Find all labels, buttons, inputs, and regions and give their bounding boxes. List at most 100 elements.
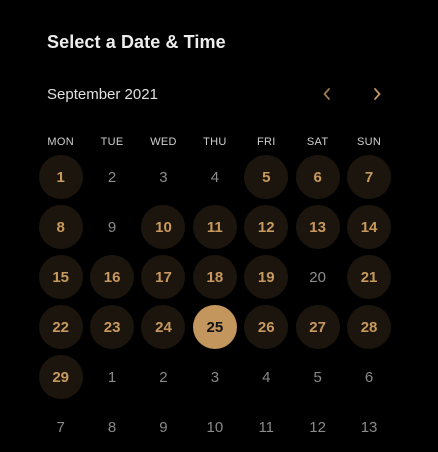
month-header: September 2021 xyxy=(47,86,397,106)
other-month-day: 5 xyxy=(313,368,322,386)
calendar-cell: 11 xyxy=(241,402,292,452)
calendar-cell: 29 xyxy=(35,352,86,402)
calendar-cell: 5 xyxy=(241,152,292,202)
available-day-button[interactable]: 16 xyxy=(90,255,135,299)
calendar-cell: 12 xyxy=(292,402,343,452)
calendar-week-row: 7 8 9 10 11 12 13 xyxy=(35,402,395,452)
calendar-week-row: 22 23 24 25 26 27 28 xyxy=(35,302,395,352)
calendar-cell: 16 xyxy=(86,252,137,302)
other-month-day: 11 xyxy=(258,418,275,436)
other-month-day: 3 xyxy=(210,368,220,386)
available-day-button[interactable]: 24 xyxy=(141,305,186,349)
unavailable-day: 2 xyxy=(107,168,117,186)
calendar-cell: 23 xyxy=(86,302,137,352)
calendar-cell: 11 xyxy=(189,202,240,252)
calendar-cell: 15 xyxy=(35,252,86,302)
calendar-cell: 24 xyxy=(138,302,189,352)
calendar-cell: 22 xyxy=(35,302,86,352)
weekday-label: WED xyxy=(150,136,177,148)
previous-month-button[interactable] xyxy=(315,82,339,106)
calendar-cell: 12 xyxy=(241,202,292,252)
available-day-button[interactable]: 7 xyxy=(347,155,392,199)
next-month-button[interactable] xyxy=(365,82,389,106)
available-day-button[interactable]: 10 xyxy=(141,205,186,249)
calendar-cell: 3 xyxy=(138,152,189,202)
available-day-button[interactable]: 14 xyxy=(347,205,392,249)
calendar-cell: 13 xyxy=(292,202,343,252)
available-day-button[interactable]: 8 xyxy=(38,205,83,249)
available-day-button[interactable]: 12 xyxy=(244,205,289,249)
weekday-label: TUE xyxy=(100,136,124,148)
calendar-cell: 20 xyxy=(292,252,343,302)
chevron-right-icon xyxy=(374,88,381,100)
calendar-cell: 6 xyxy=(292,152,343,202)
weekday-label: FRI xyxy=(256,136,276,148)
calendar-cell: 2 xyxy=(86,152,137,202)
calendar-grid: MON TUE WED THU FRI SAT SUN 1 2 3 4 5 6 7 8 9 10 11 12 13 1… xyxy=(35,132,395,452)
weekday-header: MON TUE WED THU FRI SAT SUN xyxy=(35,132,395,152)
calendar-cell: 27 xyxy=(292,302,343,352)
calendar-cell: 4 xyxy=(241,352,292,402)
other-month-day: 7 xyxy=(56,418,65,436)
calendar-week-row: 1 2 3 4 567 xyxy=(35,152,395,202)
other-month-day: 4 xyxy=(262,368,271,386)
other-month-day: 10 xyxy=(206,418,224,436)
calendar-week-row: 15 16 17 18 19 20 21 xyxy=(35,252,395,302)
calendar-cell: 1 xyxy=(35,152,86,202)
calendar-cell: 10 xyxy=(189,402,240,452)
calendar-cell: 19 xyxy=(241,252,292,302)
calendar-cell: 2 xyxy=(138,352,189,402)
calendar-cell: 8 xyxy=(86,402,137,452)
available-day-button[interactable]: 15 xyxy=(38,255,83,299)
unavailable-day: 20 xyxy=(309,268,326,286)
calendar-cell: 21 xyxy=(343,252,394,302)
calendar-cell: 3 xyxy=(189,352,240,402)
weekday-label: SAT xyxy=(306,136,329,148)
calendar-cell: 10 xyxy=(138,202,189,252)
other-month-day: 8 xyxy=(107,418,117,436)
other-month-day: 2 xyxy=(159,368,168,386)
calendar-week-row: 8 9 10 11 12 13 14 xyxy=(35,202,395,252)
available-day-button[interactable]: 1 xyxy=(38,155,83,199)
calendar-cell: 6 xyxy=(343,352,394,402)
calendar-cell: 26 xyxy=(241,302,292,352)
available-day-button[interactable]: 13 xyxy=(295,205,340,249)
calendar-cell: 28 xyxy=(343,302,394,352)
available-day-button[interactable]: 23 xyxy=(90,305,135,349)
available-day-button[interactable]: 29 xyxy=(38,355,83,399)
page-title: Select a Date & Time xyxy=(47,32,226,52)
available-day-button[interactable]: 17 xyxy=(141,255,186,299)
calendar-cell: 4 xyxy=(189,152,240,202)
available-day-button[interactable]: 27 xyxy=(295,305,340,349)
calendar-cell: 13 xyxy=(343,402,394,452)
other-month-day: 1 xyxy=(107,368,117,386)
available-day-button[interactable]: 11 xyxy=(192,205,237,249)
available-day-button[interactable]: 26 xyxy=(244,305,289,349)
other-month-day: 12 xyxy=(309,418,326,436)
available-day-button[interactable]: 21 xyxy=(347,255,392,299)
calendar-cell: 8 xyxy=(35,202,86,252)
other-month-day: 6 xyxy=(364,368,374,386)
calendar-cell: 9 xyxy=(138,402,189,452)
selected-day-button[interactable]: 25 xyxy=(192,305,237,349)
unavailable-day: 3 xyxy=(159,168,168,186)
calendar-cell: 14 xyxy=(343,202,394,252)
available-day-button[interactable]: 22 xyxy=(38,305,83,349)
calendar-cell: 18 xyxy=(189,252,240,302)
available-day-button[interactable]: 18 xyxy=(192,255,237,299)
available-day-button[interactable]: 6 xyxy=(295,155,340,199)
other-month-day: 13 xyxy=(360,418,378,436)
available-day-button[interactable]: 28 xyxy=(347,305,392,349)
calendar-cell: 7 xyxy=(35,402,86,452)
calendar-cell: 17 xyxy=(138,252,189,302)
weekday-label: SUN xyxy=(356,136,382,148)
calendar-cell: 5 xyxy=(292,352,343,402)
available-day-button[interactable]: 19 xyxy=(244,255,289,299)
weekday-label: MON xyxy=(47,136,74,148)
calendar-cell: 25 xyxy=(189,302,240,352)
calendar-cell: 7 xyxy=(343,152,394,202)
weekday-label: THU xyxy=(203,136,227,148)
available-day-button[interactable]: 5 xyxy=(244,155,289,199)
unavailable-day: 4 xyxy=(210,168,220,186)
calendar-cell: 1 xyxy=(86,352,137,402)
